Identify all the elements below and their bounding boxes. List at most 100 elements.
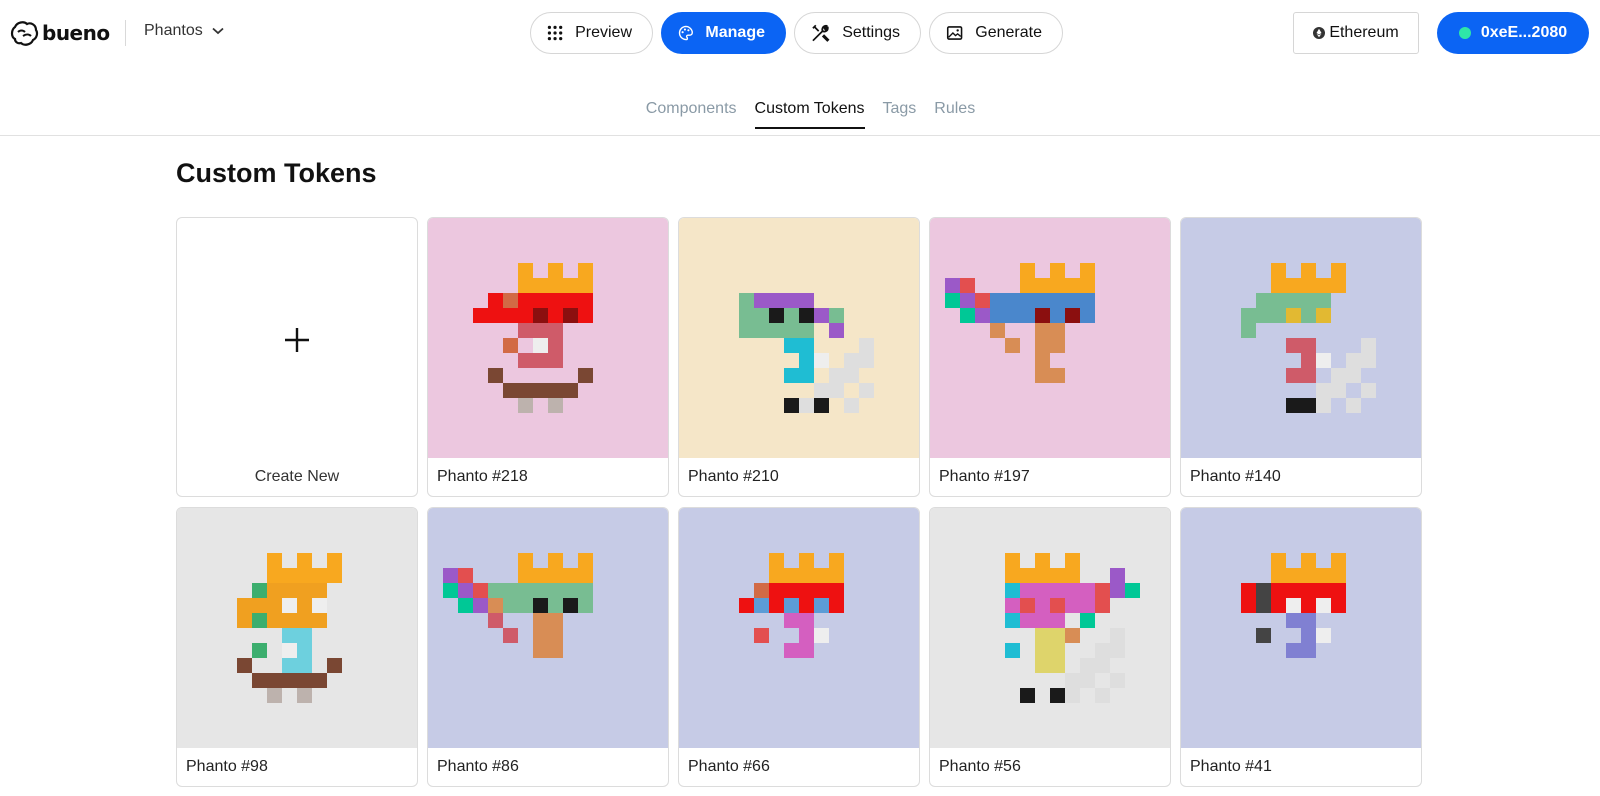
pixel: [1286, 308, 1301, 323]
pixel: [312, 598, 327, 613]
token-card[interactable]: Phanto #98: [176, 507, 418, 787]
pixel: [563, 293, 578, 308]
pixel: [1301, 293, 1316, 308]
network-button[interactable]: Ethereum: [1293, 12, 1419, 54]
pixel: [563, 308, 578, 323]
pixel: [1065, 598, 1080, 613]
pixel: [297, 553, 312, 568]
pixel: [533, 353, 548, 368]
pixel: [1065, 673, 1080, 688]
pixel: [282, 598, 297, 613]
pixel: [754, 583, 769, 598]
pixel: [1331, 263, 1346, 278]
pixel: [784, 398, 799, 413]
generate-button[interactable]: Generate: [929, 12, 1063, 54]
token-image: [1181, 218, 1421, 458]
grid-dots-icon: [547, 25, 563, 41]
pixel: [488, 583, 503, 598]
pixel: [458, 598, 473, 613]
pixel: [327, 568, 342, 583]
pixel: [1035, 353, 1050, 368]
pixel: [769, 308, 784, 323]
pixel: [1005, 613, 1020, 628]
token-card[interactable]: Phanto #56: [929, 507, 1171, 787]
pixel: [1050, 568, 1065, 583]
manage-button[interactable]: Manage: [661, 12, 786, 54]
pixel: [799, 628, 814, 643]
pixel: [859, 353, 874, 368]
token-card[interactable]: Phanto #41: [1180, 507, 1422, 787]
project-selector[interactable]: Phantos: [144, 22, 224, 40]
pixel: [1050, 688, 1065, 703]
settings-button[interactable]: Settings: [794, 12, 921, 54]
pixel: [458, 568, 473, 583]
pixel: [1065, 293, 1080, 308]
pixel: [799, 568, 814, 583]
pixel: [1301, 353, 1316, 368]
token-card[interactable]: Phanto #210: [678, 217, 920, 497]
pixel: [1301, 553, 1316, 568]
pixel: [312, 673, 327, 688]
pixel: [1050, 583, 1065, 598]
create-new-card[interactable]: Create New: [176, 217, 418, 497]
pixel: [1316, 383, 1331, 398]
pixel: [548, 553, 563, 568]
pixel: [1316, 353, 1331, 368]
pixel: [1035, 338, 1050, 353]
pixel: [443, 568, 458, 583]
pixel: [1361, 338, 1376, 353]
pixel: [1316, 598, 1331, 613]
pixel: [799, 553, 814, 568]
token-name: Phanto #56: [939, 758, 1021, 775]
pixel: [312, 583, 327, 598]
pixel: [769, 293, 784, 308]
pixel: [1271, 308, 1286, 323]
pixel: [488, 598, 503, 613]
tab-tags[interactable]: Tags: [883, 100, 917, 129]
pixel: [784, 338, 799, 353]
pixel: [533, 568, 548, 583]
pixel: [488, 293, 503, 308]
tab-rules[interactable]: Rules: [934, 100, 975, 129]
token-card[interactable]: Phanto #66: [678, 507, 920, 787]
pixel: [533, 643, 548, 658]
pixel: [1050, 598, 1065, 613]
tab-custom-tokens[interactable]: Custom Tokens: [754, 100, 865, 129]
pixel: [1095, 658, 1110, 673]
pixel: [1110, 568, 1125, 583]
pixel: [503, 383, 518, 398]
pixel: [548, 308, 563, 323]
pixel: [1080, 598, 1095, 613]
brand-logo[interactable]: bueno: [9, 19, 110, 47]
tab-components[interactable]: Components: [646, 100, 737, 129]
token-card[interactable]: Phanto #197: [929, 217, 1171, 497]
pixel: [578, 308, 593, 323]
pixel: [548, 628, 563, 643]
pixel: [1316, 278, 1331, 293]
token-card[interactable]: Phanto #218: [427, 217, 669, 497]
pixel: [814, 383, 829, 398]
pixel: [814, 308, 829, 323]
pixel: [267, 553, 282, 568]
image-icon: [946, 26, 963, 40]
pixel: [518, 278, 533, 293]
pixel: [1241, 598, 1256, 613]
pixel: [1005, 308, 1020, 323]
pixel: [754, 293, 769, 308]
wallet-button[interactable]: 0xeE...2080: [1437, 12, 1589, 54]
pixel: [282, 673, 297, 688]
pixel: [488, 368, 503, 383]
token-card[interactable]: Phanto #140: [1180, 217, 1422, 497]
pixel: [1065, 628, 1080, 643]
pixel: [1271, 278, 1286, 293]
pixel: [739, 598, 754, 613]
pixel: [548, 383, 563, 398]
pixel: [1301, 308, 1316, 323]
pixel: [533, 293, 548, 308]
pixel: [1271, 568, 1286, 583]
pixel: [1095, 643, 1110, 658]
token-card[interactable]: Phanto #86: [427, 507, 669, 787]
preview-button[interactable]: Preview: [530, 12, 653, 54]
pixel: [1005, 553, 1020, 568]
pixel: [1020, 293, 1035, 308]
